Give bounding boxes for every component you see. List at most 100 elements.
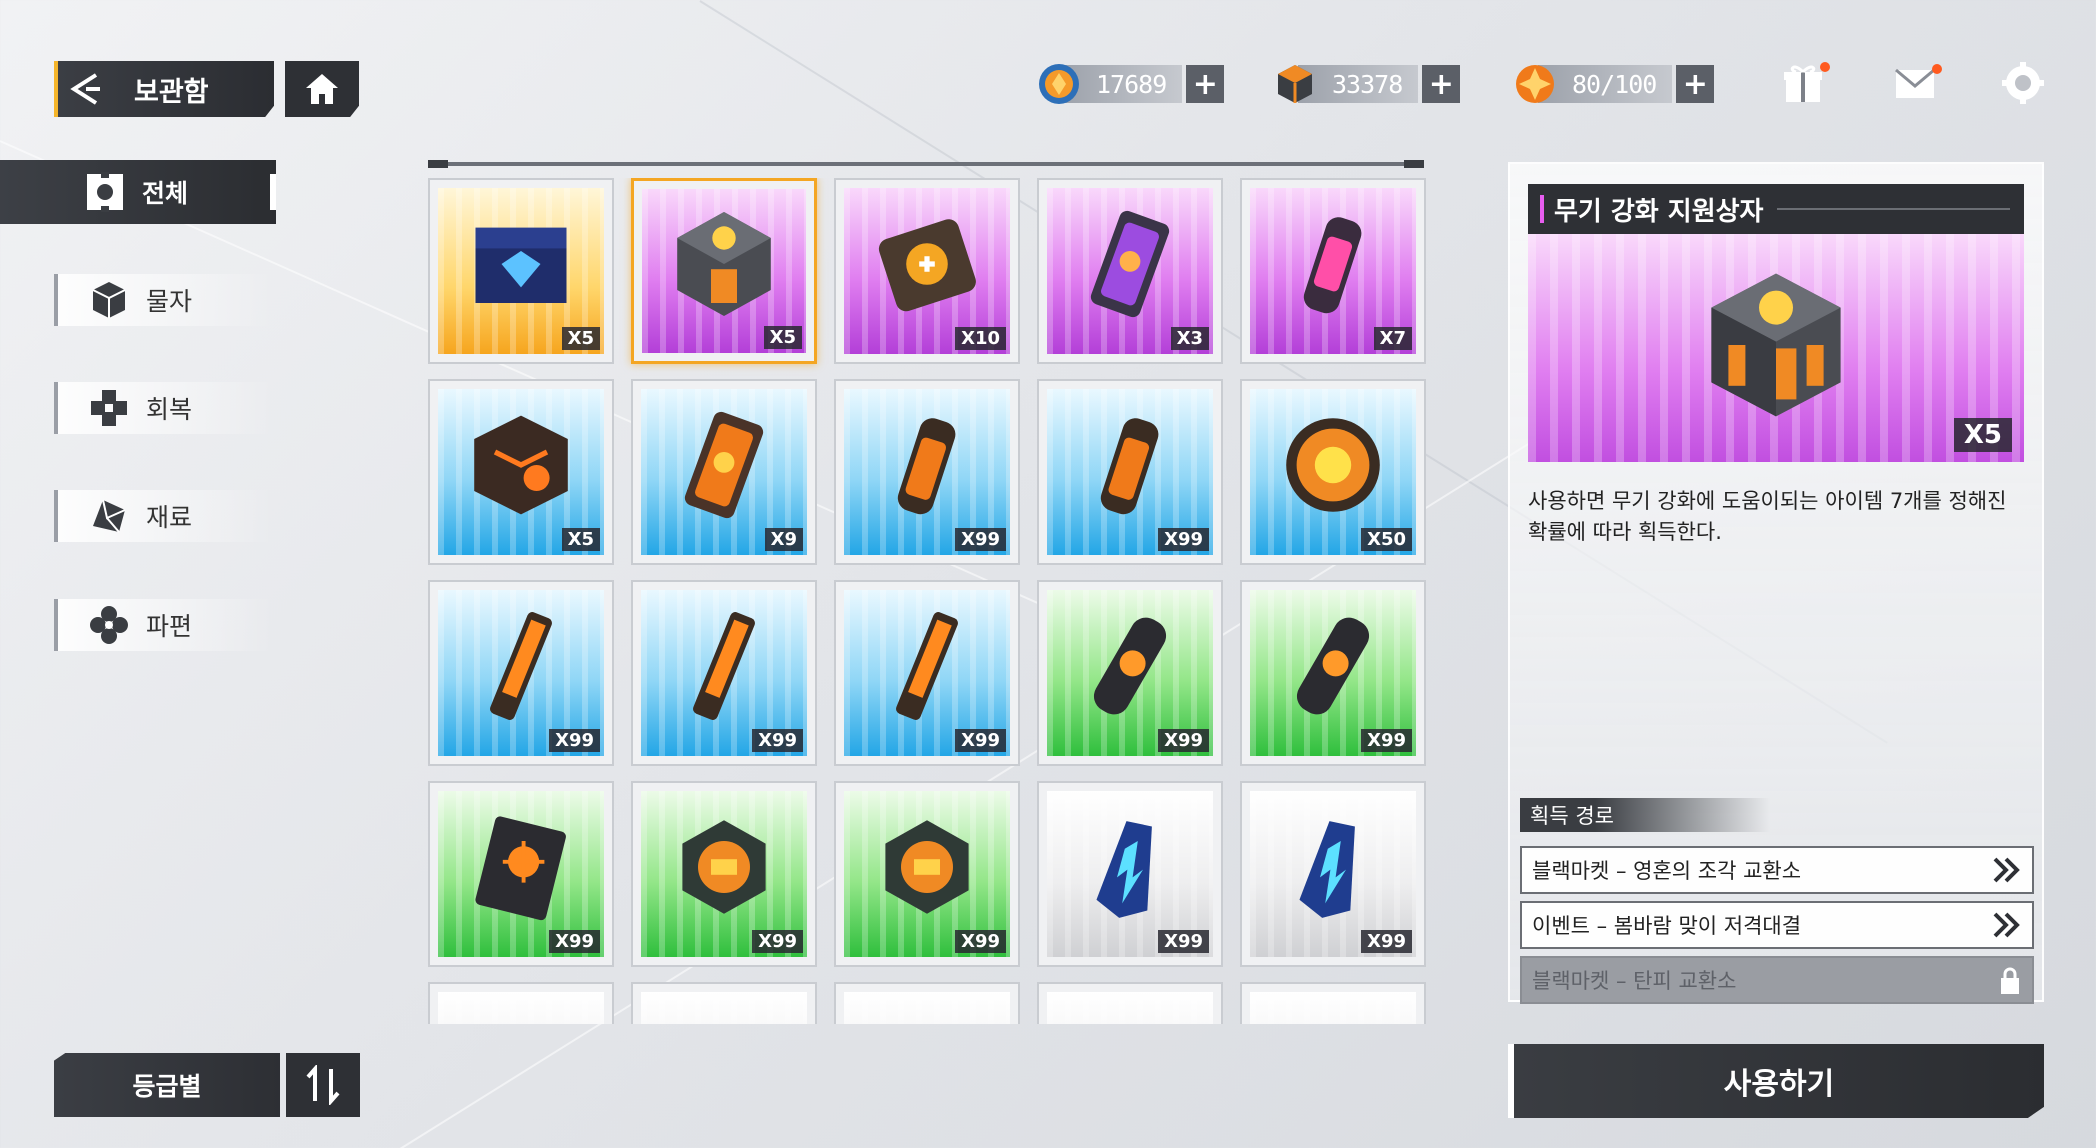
inventory-slot[interactable] — [1240, 982, 1426, 1024]
add-crystal-button[interactable]: + — [1186, 65, 1225, 103]
inventory-slot[interactable]: X99 — [631, 781, 817, 967]
item-quantity: X50 — [1361, 528, 1412, 551]
sidebar-item-label: 물자 — [146, 287, 193, 316]
inventory-slot[interactable]: X99 — [1037, 580, 1223, 766]
mail-icon — [1895, 68, 1935, 98]
orange-energy-icon — [1516, 65, 1554, 103]
inventory-slot[interactable]: X5 — [631, 178, 817, 364]
inventory-slot[interactable]: X7 — [1240, 178, 1426, 364]
inventory-slot[interactable]: X10 — [834, 178, 1020, 364]
inventory-slot[interactable]: X5 — [428, 178, 614, 364]
slot-background: X3 — [1047, 188, 1213, 354]
inventory-slot[interactable]: X3 — [1037, 178, 1223, 364]
inventory-slot[interactable]: X5 — [428, 379, 614, 565]
back-button[interactable]: 보관함 — [54, 61, 274, 117]
inventory-slot[interactable]: X99 — [428, 781, 614, 967]
inventory-slot[interactable]: X99 — [834, 781, 1020, 967]
use-item-button[interactable]: 사용하기 — [1508, 1044, 2044, 1118]
inventory-slot[interactable]: X99 — [1240, 781, 1426, 967]
mail-button[interactable] — [1892, 60, 1942, 108]
item-quantity: X10 — [955, 327, 1006, 350]
slot-background — [1047, 992, 1213, 1024]
pink-canister-icon — [1303, 217, 1362, 314]
sidebar-item-label: 파편 — [146, 612, 193, 641]
notification-dot — [1932, 64, 1942, 74]
acquire-routes-title: 획득 경로 — [1520, 798, 1770, 832]
item-quantity: X99 — [1158, 528, 1209, 551]
gift-button[interactable] — [1780, 60, 1830, 108]
slot-background: X7 — [1250, 188, 1416, 354]
slot-background — [438, 992, 604, 1024]
acquire-route-item-locked: 블랙마켓 – 탄피 교환소 — [1520, 956, 2034, 1004]
grid-scrollbar[interactable] — [428, 160, 1424, 168]
sidebar-item-all[interactable]: 전체 — [0, 160, 276, 224]
inventory-slot[interactable]: X99 — [631, 580, 817, 766]
sort-order-button[interactable] — [286, 1053, 360, 1117]
inventory-grid: X5 X5 X10 X3 X7 X5 X9 X99 X99 X50 X99 X99 X99 X99 X99 X… — [428, 178, 1428, 1024]
sidebar-item-materials[interactable]: 재료 — [54, 490, 274, 542]
item-quantity: X7 — [1373, 327, 1412, 350]
cube-icon — [86, 280, 132, 320]
item-quantity: X99 — [752, 930, 803, 953]
home-button[interactable] — [285, 61, 359, 117]
inventory-slot[interactable]: X50 — [1240, 379, 1426, 565]
item-quantity: X99 — [1158, 729, 1209, 752]
sidebar-item-label: 전체 — [142, 179, 189, 208]
inventory-slot[interactable]: X99 — [1037, 379, 1223, 565]
item-quantity: X5 — [561, 327, 600, 350]
sidebar-item-fragments[interactable]: 파편 — [54, 599, 274, 651]
slot-background: X50 — [1250, 389, 1416, 555]
acquire-route-item[interactable]: 이벤트 – 봄바람 맞이 저격대결 — [1520, 901, 2034, 949]
double-chevron-right-icon — [1993, 857, 2020, 883]
sort-arrows-icon — [306, 1065, 340, 1105]
slot-background: X99 — [1047, 791, 1213, 957]
acquire-route-item[interactable]: 블랙마켓 – 영혼의 조각 교환소 — [1520, 846, 2034, 894]
use-button-label: 사용하기 — [1723, 1067, 1835, 1102]
inventory-slot[interactable]: X9 — [631, 379, 817, 565]
slot-background: X99 — [844, 791, 1010, 957]
orange-orb-icon — [1286, 418, 1380, 513]
item-quantity: X5 — [763, 326, 802, 349]
item-quantity: X5 — [1953, 418, 2012, 452]
sidebar-item-recovery[interactable]: 회복 — [54, 382, 274, 434]
item-quantity: X99 — [549, 729, 600, 752]
sidebar-item-label: 회복 — [146, 395, 193, 424]
inventory-slot[interactable] — [428, 982, 614, 1024]
orange-core-box-icon — [878, 219, 976, 312]
inventory-slot[interactable]: X99 — [1037, 781, 1223, 967]
settings-button[interactable] — [2000, 60, 2048, 108]
sidebar-item-supplies[interactable]: 물자 — [54, 274, 274, 326]
inventory-slot[interactable]: X99 — [1240, 580, 1426, 766]
item-detail-panel: 무기 강화 지원상자 X5 사용하면 무기 강화에 도움이되는 아이템 7개를 … — [1508, 162, 2044, 1004]
item-quantity: X99 — [752, 729, 803, 752]
item-quantity: X99 — [955, 930, 1006, 953]
slot-background: X99 — [641, 791, 807, 957]
add-cube-button[interactable]: + — [1422, 65, 1461, 103]
currency-cube: 33378 + — [1272, 64, 1461, 104]
item-quantity: X99 — [1158, 930, 1209, 953]
slot-background: X9 — [641, 389, 807, 555]
sort-by-grade-button[interactable]: 등급별 — [54, 1053, 280, 1117]
item-quantity: X99 — [955, 729, 1006, 752]
add-stamina-button[interactable]: + — [1676, 65, 1715, 103]
orange-rod-icon — [693, 612, 755, 721]
slot-background: X99 — [641, 590, 807, 756]
slot-background — [844, 992, 1010, 1024]
item-quantity: X9 — [764, 528, 803, 551]
glowing-cube-icon — [474, 415, 568, 515]
inventory-slot[interactable]: X99 — [834, 580, 1020, 766]
slot-background: X5 — [438, 389, 604, 555]
inventory-slot[interactable] — [1037, 982, 1223, 1024]
inventory-slot[interactable] — [631, 982, 817, 1024]
inventory-slot[interactable]: X99 — [428, 580, 614, 766]
item-quantity: X99 — [955, 528, 1006, 551]
plus-cross-icon — [86, 388, 132, 428]
weapon-supply-cube-icon — [677, 212, 771, 317]
inventory-slot[interactable]: X99 — [834, 379, 1020, 565]
double-chevron-right-icon — [1993, 912, 2020, 938]
cube-currency-icon — [1278, 65, 1312, 103]
purple-card-icon — [1090, 211, 1170, 318]
inventory-slot[interactable] — [834, 982, 1020, 1024]
slot-background: X99 — [438, 791, 604, 957]
circuit-chip-icon — [682, 820, 766, 915]
